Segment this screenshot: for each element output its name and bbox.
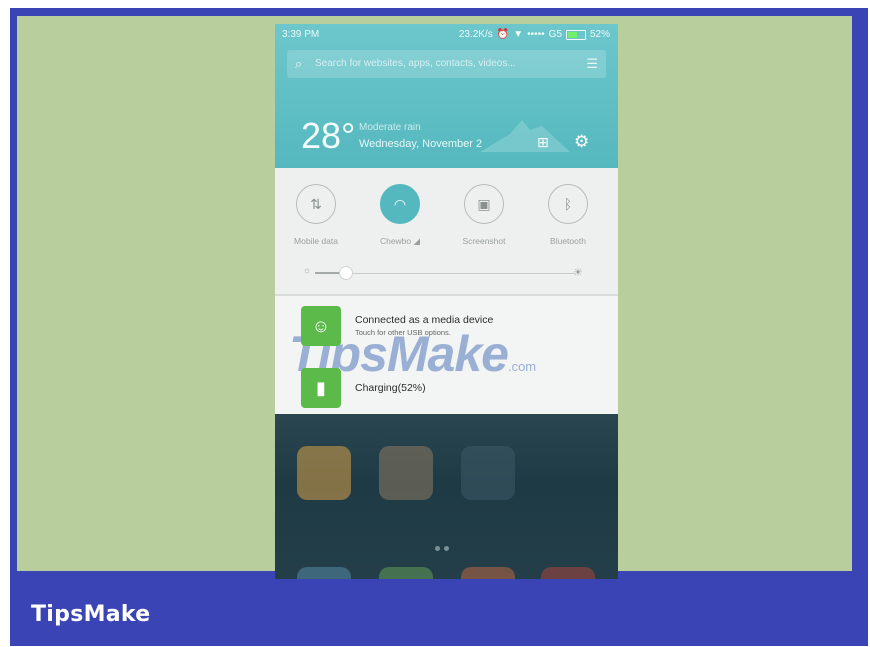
dock-app-icon xyxy=(461,567,515,579)
dock-app-icon xyxy=(541,567,595,579)
notification-charging-title[interactable]: Charging(52%) xyxy=(355,382,426,394)
signal-strength: ••••• xyxy=(527,29,545,40)
slider-track xyxy=(315,273,575,274)
weather-temperature: 28° xyxy=(301,115,356,156)
toggle-bluetooth[interactable]: ᛒ Bluetooth xyxy=(533,184,603,246)
toggle-label: Bluetooth xyxy=(550,236,586,246)
slider-knob[interactable] xyxy=(339,266,353,280)
menu-list-icon[interactable]: ☰ xyxy=(586,50,598,78)
brightness-auto-icon[interactable]: ☀ xyxy=(573,266,583,279)
alarm-icon: ⏰ xyxy=(496,29,510,40)
search-bar[interactable]: ⌕ Search for websites, apps, contacts, v… xyxy=(287,50,606,78)
network-type: G5 xyxy=(548,29,562,40)
mobile-data-icon: ⇅ xyxy=(296,184,336,224)
brightness-slider[interactable]: ☼ xyxy=(303,265,575,280)
status-bar: 3:39 PM 23.2K/s ⏰ ▼ ••••• G5 52% xyxy=(275,24,618,46)
app-icon-downloads xyxy=(379,446,433,500)
notification-shade-header: 3:39 PM 23.2K/s ⏰ ▼ ••••• G5 52% ⌕ Searc… xyxy=(275,24,618,168)
mountain-graphic xyxy=(480,120,570,152)
search-icon: ⌕ xyxy=(295,56,303,71)
search-placeholder: Search for websites, apps, contacts, vid… xyxy=(315,58,516,69)
screenshot-icon: ▣ xyxy=(464,184,504,224)
toggle-screenshot[interactable]: ▣ Screenshot xyxy=(449,184,519,246)
page-indicator xyxy=(435,538,465,551)
wifi-status-icon: ▼ xyxy=(513,29,524,40)
toggle-wifi[interactable]: ◠ Chewbo ◢ xyxy=(365,184,435,247)
bluetooth-icon: ᛒ xyxy=(548,184,588,224)
toggle-label: Screenshot xyxy=(462,236,506,246)
wifi-icon: ◠ xyxy=(380,184,420,224)
status-time: 3:39 PM xyxy=(282,29,320,40)
phone-screen: 3:39 PM 23.2K/s ⏰ ▼ ••••• G5 52% ⌕ Searc… xyxy=(275,24,618,579)
app-icon-telegram xyxy=(461,446,515,500)
usb-android-icon: ☺ xyxy=(301,306,341,346)
battery-icon: ▮ xyxy=(301,368,341,408)
battery-percent: 52% xyxy=(589,29,610,40)
brightness-low-icon: ☼ xyxy=(303,265,312,275)
dock-app-icon xyxy=(379,567,433,579)
notifications-list: TipsMake.com ☺ Connected as a media devi… xyxy=(275,296,618,414)
gear-icon[interactable]: ⚙ xyxy=(574,132,589,152)
network-speed: 23.2K/s xyxy=(458,29,493,40)
battery-icon xyxy=(565,30,586,40)
watermark-suffix: .com xyxy=(507,359,537,374)
dock-app-icon xyxy=(297,567,351,579)
home-screen-background xyxy=(275,414,618,579)
weather-condition: Moderate rain xyxy=(359,122,421,133)
quick-toggles-panel: ⇅ Mobile data ◠ Chewbo ◢ ▣ Screenshot ᛒ … xyxy=(275,168,618,296)
toggle-mobile-data[interactable]: ⇅ Mobile data xyxy=(281,184,351,246)
toggle-label: Chewbo ◢ xyxy=(379,236,421,246)
toggle-label: Mobile data xyxy=(294,236,338,246)
status-indicators: 23.2K/s ⏰ ▼ ••••• G5 52% xyxy=(459,24,610,46)
app-icon-notes xyxy=(297,446,351,500)
grid-icon[interactable]: ⊞ xyxy=(537,134,549,151)
weather-date: Wednesday, November 2 xyxy=(359,138,483,150)
notification-usb-title[interactable]: Connected as a media device xyxy=(355,314,493,326)
notification-usb-subtitle: Touch for other USB options. xyxy=(355,328,451,337)
brand-logo-text: TipsMake xyxy=(31,602,151,627)
